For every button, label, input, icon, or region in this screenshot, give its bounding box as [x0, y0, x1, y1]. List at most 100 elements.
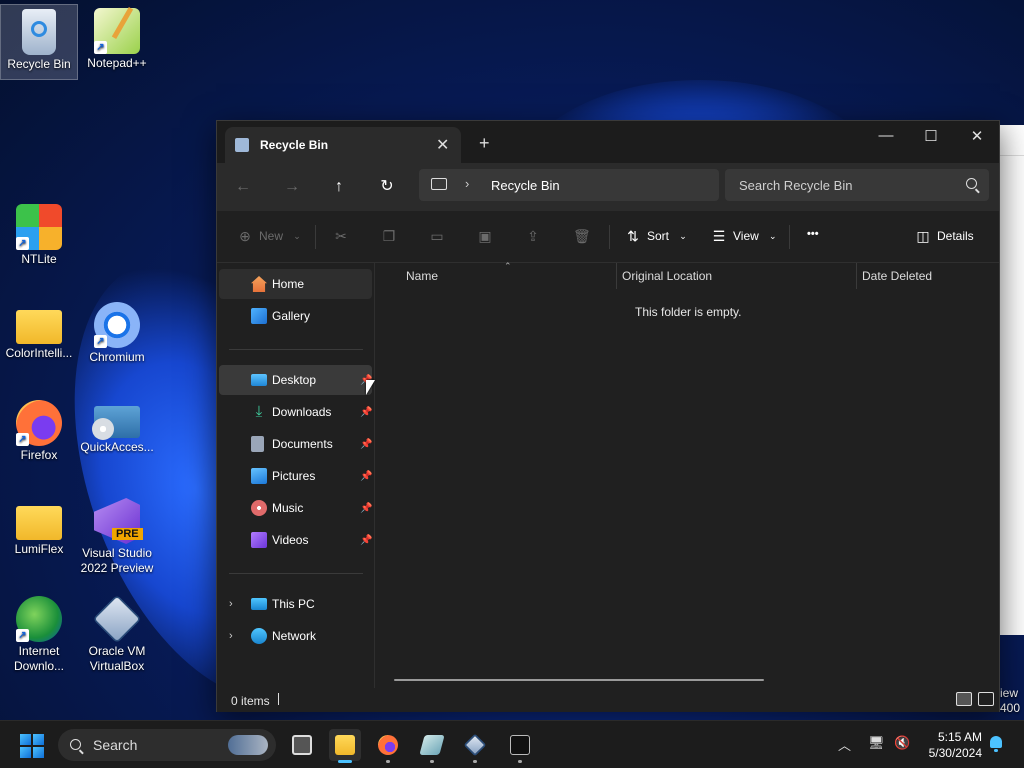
chevron-right-icon[interactable]: › [465, 176, 469, 191]
close-tab-button[interactable]: ✕ [436, 135, 449, 155]
background-window-text: iew [1000, 686, 1019, 700]
virtualbox-icon [463, 733, 487, 757]
column-header-date-deleted[interactable]: Date Deleted [862, 269, 932, 283]
taskbar-virtualbox[interactable] [459, 729, 491, 763]
column-divider[interactable] [856, 263, 857, 289]
plus-circle-icon: ⊕ [239, 228, 251, 244]
delete-button[interactable]: 🗑 [573, 228, 591, 244]
nav-item-music[interactable]: Music 📌 [219, 493, 372, 523]
desktop-icon-chromium[interactable]: ↗ Chromium [78, 298, 156, 374]
maximize-button[interactable]: ☐ [916, 127, 946, 145]
breadcrumb-item-recycle-bin[interactable]: Recycle Bin [491, 178, 560, 193]
desktop-icon-ntlite[interactable]: ↗ NTLite [0, 200, 78, 276]
desktop-icon-idm[interactable]: ↗ Internet Downlo... [0, 592, 78, 678]
command-bar: ⊕ New ⌄ ✂ ❐ ▭ ▣ ⇪ 🗑 ⇅ Sort ⌄ ☰ View ⌄ ••… [217, 211, 999, 263]
show-hidden-icons-button[interactable]: ︿ [838, 735, 851, 754]
large-icons-view-button[interactable] [978, 692, 994, 706]
column-header-name[interactable]: Name [406, 269, 438, 283]
taskbar-firefox[interactable] [372, 729, 404, 763]
back-button[interactable]: ← [231, 175, 255, 199]
pin-icon[interactable]: 📌 [360, 535, 372, 546]
new-tab-button[interactable]: + [479, 133, 490, 154]
paste-button[interactable]: ▭ [429, 228, 445, 244]
network-status-icon[interactable]: 🖥 [868, 735, 885, 751]
share-button[interactable]: ⇪ [525, 228, 541, 244]
notification-bell-icon[interactable] [989, 736, 1003, 752]
column-header-original-location[interactable]: Original Location [622, 269, 712, 283]
details-pane-button[interactable]: ◫ Details [915, 228, 973, 244]
chromium-icon: ↗ [94, 302, 140, 348]
chevron-down-icon: ⌄ [293, 231, 301, 241]
cut-button[interactable]: ✂ [333, 228, 349, 244]
volume-muted-icon[interactable]: 🔇 [894, 735, 910, 751]
nav-item-videos[interactable]: Videos 📌 [219, 525, 372, 555]
search-placeholder: Search Recycle Bin [739, 178, 853, 193]
running-indicator [338, 760, 352, 763]
pin-icon[interactable]: 📌 [360, 503, 372, 514]
nav-item-desktop[interactable]: Desktop 📌 [219, 365, 372, 395]
chevron-right-icon[interactable]: › [229, 598, 233, 610]
pin-icon[interactable]: 📌 [360, 407, 372, 418]
forward-button[interactable]: → [280, 175, 304, 199]
mouse-cursor [366, 380, 375, 395]
refresh-button[interactable]: ↻ [375, 175, 399, 199]
item-count: 0 items [231, 694, 270, 708]
desktop-icon-quickaccess[interactable]: QuickAcces... [78, 396, 156, 472]
close-button[interactable]: ✕ [962, 127, 992, 145]
new-button[interactable]: ⊕ New ⌄ [237, 228, 305, 244]
details-view-button[interactable] [956, 692, 972, 706]
taskbar: Search ︿ 🖥 🔇 5:15 AM 5/30/2024 [0, 720, 1024, 768]
clock[interactable]: 5:15 AM 5/30/2024 [912, 729, 982, 761]
desktop-icon-lumiflex[interactable]: LumiFlex [0, 494, 78, 570]
shortcut-arrow-icon: ↗ [16, 629, 29, 642]
taskbar-terminal[interactable] [504, 729, 536, 763]
title-bar[interactable]: Recycle Bin ✕ + — ☐ ✕ [217, 121, 999, 163]
notepadpp-icon: ↗ [94, 7, 140, 54]
taskbar-file-explorer[interactable] [329, 729, 361, 763]
desktop-icon-colorintelli[interactable]: ColorIntelli... [0, 298, 78, 374]
copy-button[interactable]: ❐ [381, 228, 397, 244]
start-button[interactable] [20, 734, 44, 758]
breadcrumb[interactable]: › Recycle Bin [419, 169, 719, 201]
search-input[interactable]: Search Recycle Bin [725, 169, 989, 201]
desktop-icon-virtualbox[interactable]: Oracle VM VirtualBox [78, 592, 156, 678]
more-options-button[interactable]: ••• [807, 228, 819, 240]
pin-icon[interactable]: 📌 [360, 439, 372, 450]
nav-item-home[interactable]: Home [219, 269, 372, 299]
column-divider[interactable] [616, 263, 617, 289]
task-view-button[interactable] [286, 729, 318, 761]
nav-item-documents[interactable]: Documents 📌 [219, 429, 372, 459]
desktop-icon-recycle-bin[interactable]: Recycle Bin [0, 4, 78, 80]
ntlite-icon: ↗ [16, 204, 62, 250]
taskbar-search[interactable]: Search [58, 729, 276, 761]
up-button[interactable]: ↑ [327, 175, 351, 199]
tab-recycle-bin[interactable]: Recycle Bin ✕ [225, 127, 461, 163]
network-icon [251, 628, 267, 644]
horizontal-scrollbar[interactable] [394, 679, 764, 681]
nav-item-network[interactable]: › Network [219, 621, 372, 651]
file-list[interactable]: Name ⌃ Original Location Date Deleted Th… [376, 261, 1000, 688]
rename-button[interactable]: ▣ [477, 228, 493, 244]
virtualbox-icon [92, 594, 142, 644]
running-indicator [518, 760, 522, 763]
minimize-button[interactable]: — [871, 127, 901, 144]
nav-item-pictures[interactable]: Pictures 📌 [219, 461, 372, 491]
desktop-icon-notepadpp[interactable]: ↗ Notepad++ [78, 4, 156, 80]
running-indicator [473, 760, 477, 763]
chevron-right-icon[interactable]: › [229, 630, 233, 642]
taskbar-app[interactable] [416, 729, 448, 763]
nav-item-this-pc[interactable]: › This PC [219, 589, 372, 619]
view-button[interactable]: ☰ View ⌄ [711, 228, 781, 244]
search-highlight-icon [228, 735, 268, 755]
file-explorer-window[interactable]: Recycle Bin ✕ + — ☐ ✕ ← → ↑ ↻ › Recycle … [216, 120, 1000, 712]
nav-item-gallery[interactable]: Gallery [219, 301, 372, 331]
pin-icon[interactable]: 📌 [360, 471, 372, 482]
navigation-pane[interactable]: Home Gallery Desktop 📌 ⤓ Downloads 📌 Doc… [217, 263, 375, 688]
recycle-bin-icon [235, 138, 249, 152]
nav-item-downloads[interactable]: ⤓ Downloads 📌 [219, 397, 373, 427]
background-window-edge [1000, 125, 1024, 635]
desktop-icon-firefox[interactable]: ↗ Firefox [0, 396, 78, 472]
app-icon [419, 735, 445, 755]
sort-button[interactable]: ⇅ Sort ⌄ [625, 228, 691, 244]
desktop-icon-visual-studio[interactable]: PRE Visual Studio 2022 Preview [78, 494, 156, 580]
